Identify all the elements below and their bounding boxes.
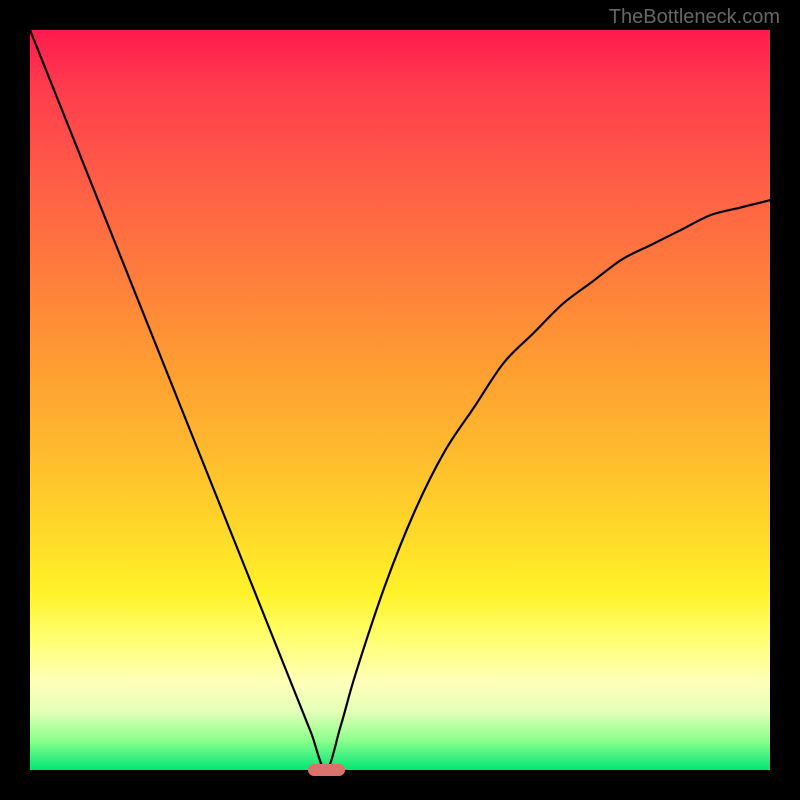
- watermark-text: TheBottleneck.com: [609, 6, 780, 29]
- chart-frame: TheBottleneck.com: [0, 0, 800, 800]
- curve-layer: [30, 30, 770, 770]
- optimal-marker: [308, 764, 345, 776]
- plot-area: [30, 30, 770, 770]
- bottleneck-curve: [30, 30, 770, 770]
